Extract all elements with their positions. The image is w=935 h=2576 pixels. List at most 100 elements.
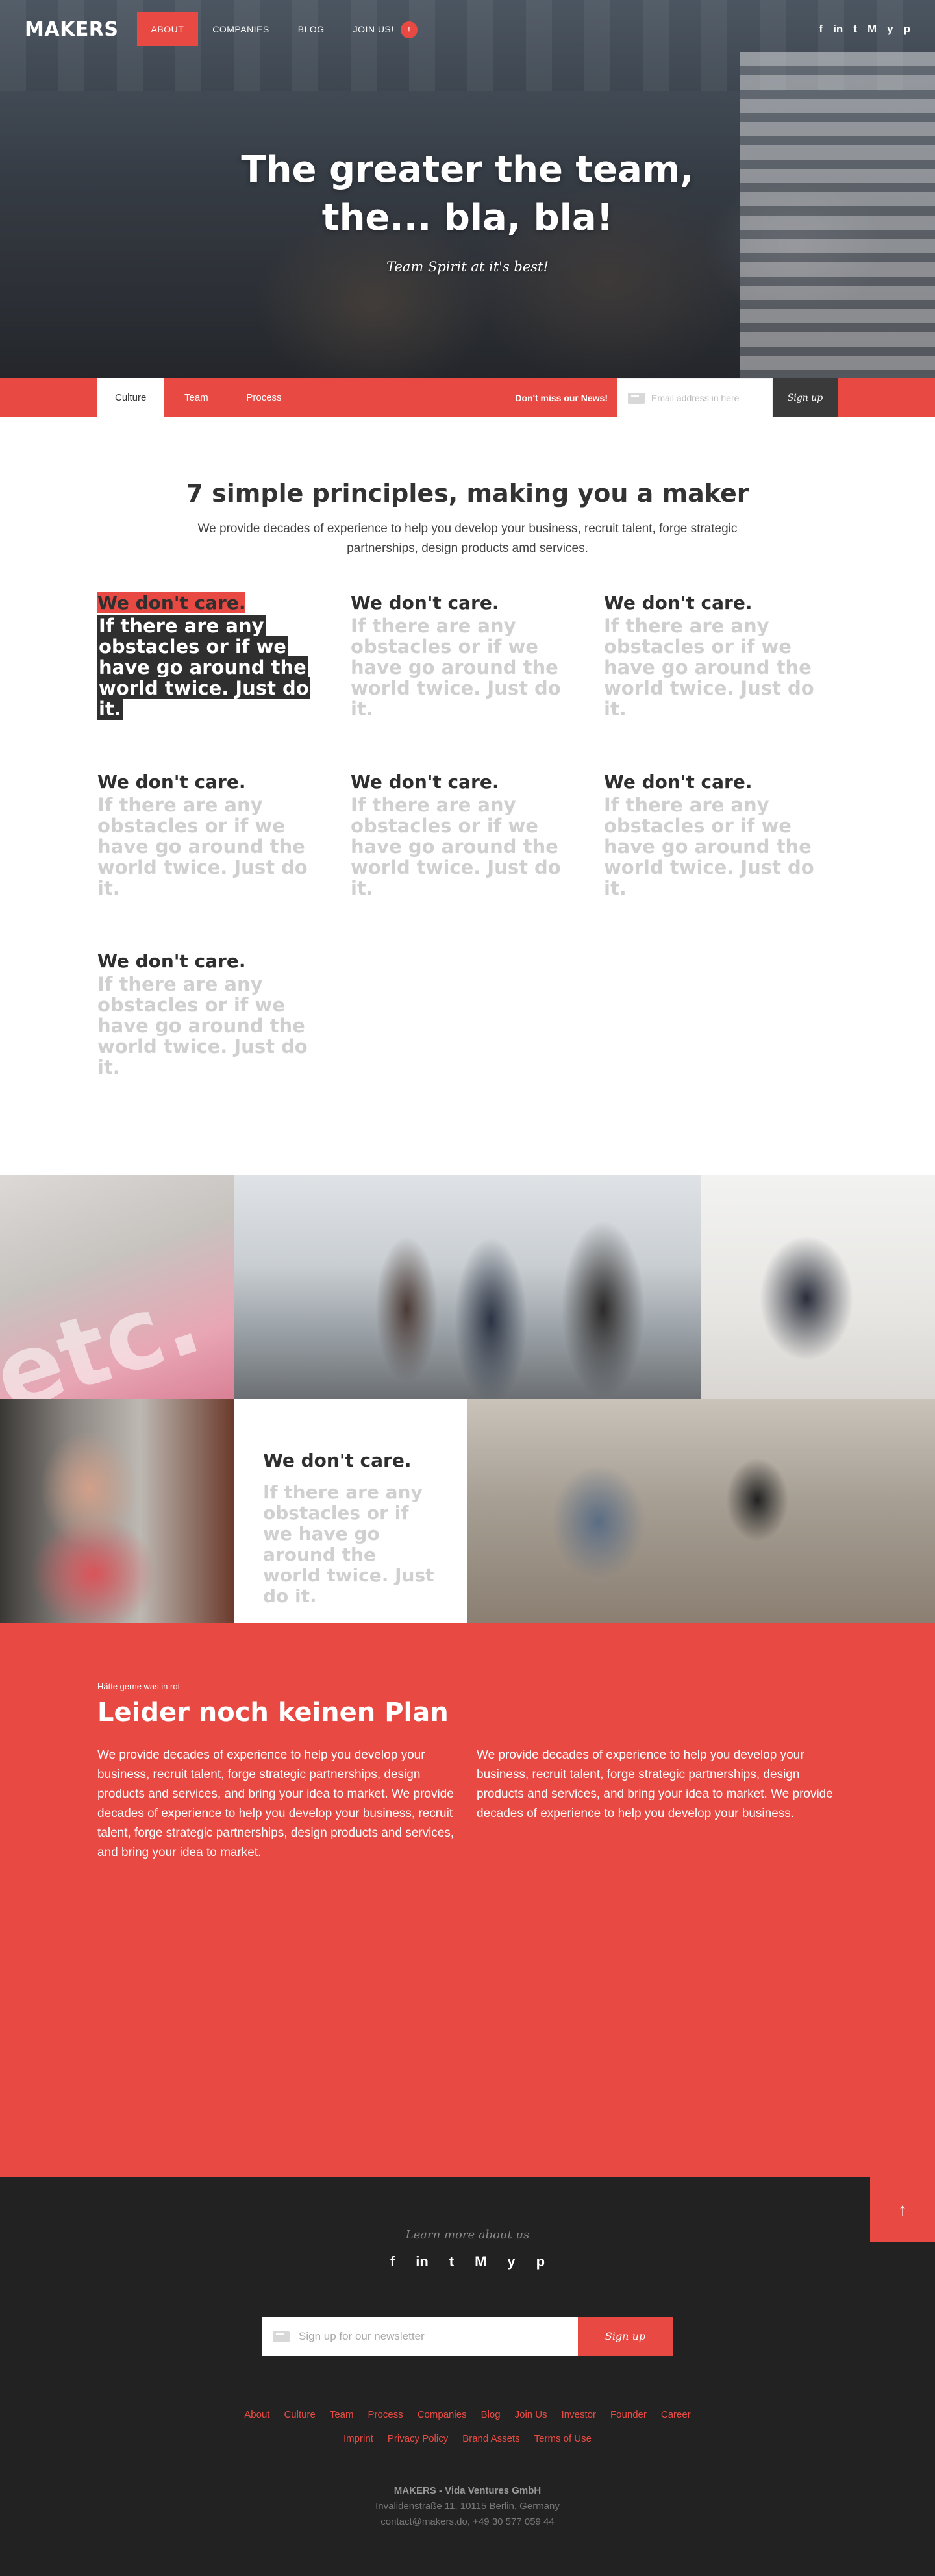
- hero: MAKERS About Companies Blog Join us! ! f…: [0, 0, 935, 378]
- newsletter-form: Sign up for our newsletter Sign up: [0, 2317, 935, 2356]
- principle-body: If there are any obstacles or if we have…: [351, 615, 561, 720]
- principle-card[interactable]: We don't care. If there are any obstacle…: [97, 592, 331, 720]
- principle-card[interactable]: We don't care. If there are any obstacle…: [97, 771, 331, 898]
- red-columns: We provide decades of experience to help…: [97, 1746, 838, 1863]
- principle-card[interactable]: We don't care. If there are any obstacle…: [604, 592, 838, 719]
- mosaic-text-card: We don't care. If there are any obstacle…: [234, 1399, 468, 1623]
- footer-link-imprint[interactable]: Imprint: [343, 2433, 373, 2444]
- footer-link-brand-assets[interactable]: Brand Assets: [462, 2433, 519, 2444]
- company-name: MAKERS - Vida Ventures GmbH: [393, 2485, 542, 2496]
- company-address: MAKERS - Vida Ventures GmbH Invalidenstr…: [0, 2483, 935, 2530]
- footer-link-companies[interactable]: Companies: [418, 2409, 467, 2420]
- facebook-icon[interactable]: f: [819, 23, 823, 36]
- linkedin-icon[interactable]: in: [416, 2253, 429, 2270]
- newsletter-placeholder: Sign up for our newsletter: [299, 2330, 425, 2342]
- hero-subtitle: Team Spirit at it's best!: [386, 259, 549, 275]
- photo-office-desks: [468, 1399, 935, 1623]
- main-nav: MAKERS About Companies Blog Join us! ! f…: [0, 0, 935, 58]
- mail-icon: [628, 392, 645, 404]
- principle-title: We don't care.: [97, 950, 246, 972]
- tab-team[interactable]: Team: [164, 378, 229, 417]
- photo-team-terrace: [234, 1175, 701, 1399]
- footer-link-blog[interactable]: Blog: [481, 2409, 501, 2420]
- principles-intro: We provide decades of experience to help…: [197, 522, 738, 555]
- nav-item-companies[interactable]: Companies: [198, 12, 283, 46]
- footer-link-investor[interactable]: Investor: [562, 2409, 596, 2420]
- footer-links-row-2: Imprint Privacy Policy Brand Assets Term…: [0, 2433, 935, 2444]
- producthunt-icon[interactable]: p: [904, 23, 910, 36]
- angellist-icon[interactable]: y: [507, 2253, 515, 2270]
- principle-card[interactable]: We don't care. If there are any obstacle…: [351, 592, 584, 719]
- company-street: Invalidenstraße 11, 10115 Berlin, German…: [375, 2501, 560, 2512]
- twitter-icon[interactable]: t: [853, 23, 857, 36]
- footer-link-career[interactable]: Career: [661, 2409, 691, 2420]
- principle-card[interactable]: We don't care. If there are any obstacle…: [97, 950, 331, 1078]
- hero-text: The greater the team, the... bla, bla! T…: [0, 146, 935, 275]
- principles-section: 7 simple principles, making you a maker …: [0, 417, 935, 1175]
- social-links-header: f in t M y p: [819, 23, 910, 36]
- notification-badge: !: [401, 21, 418, 39]
- principle-card[interactable]: We don't care. If there are any obstacle…: [604, 771, 838, 898]
- news-email-input[interactable]: Email address in here: [617, 378, 773, 417]
- tab-culture[interactable]: Culture: [97, 378, 164, 417]
- principle-body: If there are any obstacles or if we have…: [351, 794, 561, 899]
- mosaic-card-body: If there are any obstacles or if we have…: [263, 1481, 434, 1607]
- footer-link-culture[interactable]: Culture: [284, 2409, 315, 2420]
- nav-item-join-us-label: Join us!: [353, 24, 394, 34]
- principle-body: If there are any obstacles or if we have…: [97, 615, 310, 720]
- company-contact: contact@makers.do, +49 30 577 059 44: [380, 2516, 555, 2527]
- photo-mosaic: etc. We don't care. If there are any obs…: [0, 1175, 935, 1623]
- news-email-placeholder: Email address in here: [651, 393, 740, 403]
- principle-body: If there are any obstacles or if we have…: [604, 794, 814, 899]
- scroll-to-top-button[interactable]: ↑: [870, 2177, 935, 2242]
- principle-card[interactable]: We don't care. If there are any obstacle…: [351, 771, 584, 898]
- footer-link-privacy[interactable]: Privacy Policy: [388, 2433, 448, 2444]
- nav-item-about[interactable]: About: [136, 12, 199, 46]
- photo-etc-text: etc.: [0, 1262, 214, 1399]
- tab-process[interactable]: Process: [229, 378, 299, 417]
- red-eyebrow: Hätte gerne was in rot: [97, 1681, 181, 1691]
- footer-link-founder[interactable]: Founder: [610, 2409, 647, 2420]
- footer-link-about[interactable]: About: [244, 2409, 269, 2420]
- learn-more-label: Learn more about us: [405, 2228, 530, 2242]
- principle-title: We don't care.: [604, 592, 753, 613]
- principle-title: We don't care.: [604, 771, 753, 793]
- photo-man-smiling: [701, 1175, 935, 1399]
- social-links-footer: f in t M y p: [0, 2253, 935, 2270]
- footer-link-team[interactable]: Team: [330, 2409, 354, 2420]
- logo[interactable]: MAKERS: [25, 18, 119, 41]
- red-section: Hätte gerne was in rot Leider noch keine…: [0, 1623, 935, 2177]
- twitter-icon[interactable]: t: [449, 2253, 454, 2270]
- principles-grid: We don't care. If there are any obstacle…: [97, 592, 838, 1078]
- red-column-left: We provide decades of experience to help…: [97, 1748, 455, 1859]
- footer: ↑ Learn more about us f in t M y p Sign …: [0, 2177, 935, 2576]
- principle-title: We don't care.: [97, 592, 246, 613]
- red-title: Leider noch keinen Plan: [97, 1698, 449, 1728]
- angellist-icon[interactable]: y: [887, 23, 893, 36]
- linkedin-icon[interactable]: in: [833, 23, 843, 36]
- photo-sticker-table: etc.: [0, 1175, 234, 1399]
- news-signup-button[interactable]: Sign up: [773, 378, 838, 417]
- principles-title: 7 simple principles, making you a maker: [186, 479, 749, 508]
- principle-body: If there are any obstacles or if we have…: [604, 615, 814, 720]
- mosaic-card-title: We don't care.: [263, 1450, 412, 1471]
- sub-nav-bar: Culture Team Process Don't miss our News…: [0, 378, 935, 417]
- photo-woman-laptop: [0, 1399, 234, 1623]
- footer-link-process[interactable]: Process: [368, 2409, 403, 2420]
- nav-item-blog[interactable]: Blog: [284, 12, 339, 46]
- principle-title: We don't care.: [97, 771, 246, 793]
- mail-icon: [273, 2331, 290, 2342]
- producthunt-icon[interactable]: p: [536, 2253, 545, 2270]
- footer-link-join-us[interactable]: Join Us: [515, 2409, 547, 2420]
- medium-icon[interactable]: M: [867, 23, 877, 36]
- footer-link-terms[interactable]: Terms of Use: [534, 2433, 592, 2444]
- footer-links: About Culture Team Process Companies Blo…: [0, 2409, 935, 2444]
- newsletter-signup-button[interactable]: Sign up: [578, 2317, 673, 2356]
- nav-item-join-us[interactable]: Join us! !: [339, 12, 432, 46]
- news-label: Don't miss our News!: [515, 393, 608, 403]
- newsletter-input[interactable]: Sign up for our newsletter: [262, 2317, 578, 2356]
- medium-icon[interactable]: M: [475, 2253, 486, 2270]
- principle-body: If there are any obstacles or if we have…: [97, 973, 308, 1078]
- facebook-icon[interactable]: f: [390, 2253, 395, 2270]
- principle-body: If there are any obstacles or if we have…: [97, 794, 308, 899]
